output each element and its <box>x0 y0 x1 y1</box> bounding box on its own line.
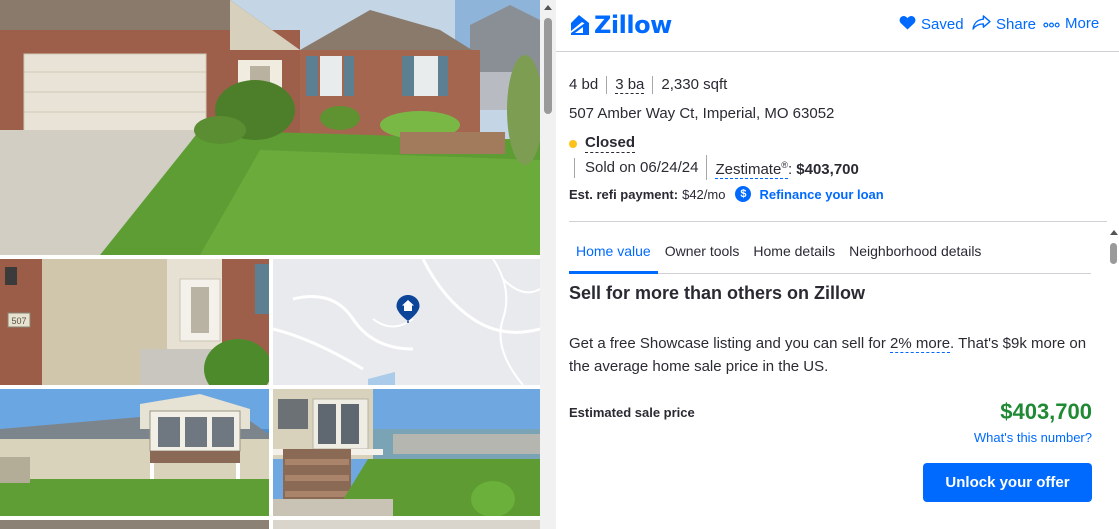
scroll-up-arrow-icon[interactable] <box>544 5 552 10</box>
beds-fact: 4 bd <box>569 76 599 93</box>
home-pin-icon[interactable] <box>396 295 420 323</box>
more-dots-icon <box>1043 15 1060 32</box>
zillow-logo-icon <box>568 14 590 36</box>
interior-photo[interactable] <box>273 520 540 529</box>
zestimate-registered-mark: ® <box>781 160 788 170</box>
tab-neighborhood-details[interactable]: Neighborhood details <box>842 228 988 274</box>
zillow-logo[interactable]: Zillow <box>568 11 672 39</box>
baths-fact[interactable]: 3 ba <box>606 76 652 94</box>
sell-heading: Sell for more than others on Zillow <box>569 283 866 303</box>
top-bar: Zillow Saved Share More <box>556 0 1119 52</box>
more-label: More <box>1065 15 1100 32</box>
side-steps-photo[interactable] <box>273 389 540 516</box>
panel-scrollbar[interactable] <box>1108 226 1119 529</box>
more-button[interactable]: More <box>1043 15 1099 32</box>
zestimate-value: $403,700 <box>796 161 859 178</box>
baths-value[interactable]: 3 ba <box>615 76 645 94</box>
scrollbar-thumb[interactable] <box>544 18 552 114</box>
sold-info-row: Sold on 06/24/24 Zestimate®: $403,700 <box>574 155 867 180</box>
sold-date: Sold on 06/24/24 <box>574 157 706 178</box>
map-thumbnail[interactable] <box>273 259 540 385</box>
tab-home-details[interactable]: Home details <box>746 228 842 274</box>
estimated-sale-price-value: $403,700 <box>1000 399 1092 424</box>
sell-desc-text: Get a free Showcase listing and you can … <box>569 335 891 352</box>
home-facts: 4 bd 3 ba 2,330 sqft <box>569 76 735 94</box>
heart-icon <box>899 15 916 34</box>
saved-label: Saved <box>921 16 964 33</box>
status-badge[interactable]: Closed <box>585 134 636 153</box>
two-percent-more-link[interactable]: 2% more <box>890 335 951 353</box>
refi-payment-label: Est. refi payment: <box>569 186 679 202</box>
photo-gallery: 507 <box>0 0 540 529</box>
zestimate-label-text: Zestimate <box>715 161 782 178</box>
status-dot-icon <box>569 139 577 148</box>
share-button[interactable]: Share <box>972 15 1036 34</box>
main-house-photo[interactable] <box>0 0 540 255</box>
house-number-plaque: 507 <box>11 316 26 326</box>
scroll-up-arrow-icon[interactable] <box>1110 230 1118 235</box>
zestimate-info: Zestimate®: $403,700 <box>706 155 866 180</box>
refinance-loan-link[interactable]: Refinance your loan <box>759 187 883 202</box>
dollar-circle-icon: $ <box>735 186 752 202</box>
unlock-offer-button[interactable]: Unlock your offer <box>923 463 1092 502</box>
scrollbar-thumb[interactable] <box>1110 243 1117 264</box>
section-divider <box>569 221 1107 222</box>
tab-home-value[interactable]: Home value <box>569 228 658 274</box>
refi-payment-value: $42/mo <box>682 186 726 202</box>
gallery-scrollbar[interactable] <box>540 0 556 529</box>
interior-photo[interactable] <box>0 520 269 529</box>
detail-tabs: Home value Owner tools Home details Neig… <box>569 228 1091 274</box>
zestimate-label[interactable]: Zestimate® <box>715 160 788 179</box>
refi-row: Est. refi payment: $42/mo $ Refinance yo… <box>569 186 884 202</box>
porch-photo[interactable]: 507 <box>0 259 269 385</box>
sell-description: Get a free Showcase listing and you can … <box>569 332 1094 378</box>
sqft-fact: 2,330 sqft <box>652 76 735 94</box>
listing-status: Closed <box>569 134 636 153</box>
property-address: 507 Amber Way Ct, Imperial, MO 63052 <box>569 105 835 122</box>
zillow-logo-text: Zillow <box>594 11 672 39</box>
estimated-sale-price-label: Estimated sale price <box>569 405 695 420</box>
backyard-deck-photo[interactable] <box>0 389 269 516</box>
whats-this-number-link[interactable]: What's this number? <box>974 430 1092 445</box>
share-icon <box>972 15 991 34</box>
listing-details-panel: Zillow Saved Share More 4 bd 3 ba 2,330 … <box>556 0 1119 529</box>
share-label: Share <box>996 16 1037 33</box>
tab-owner-tools[interactable]: Owner tools <box>658 228 747 274</box>
saved-button[interactable]: Saved <box>899 15 964 34</box>
